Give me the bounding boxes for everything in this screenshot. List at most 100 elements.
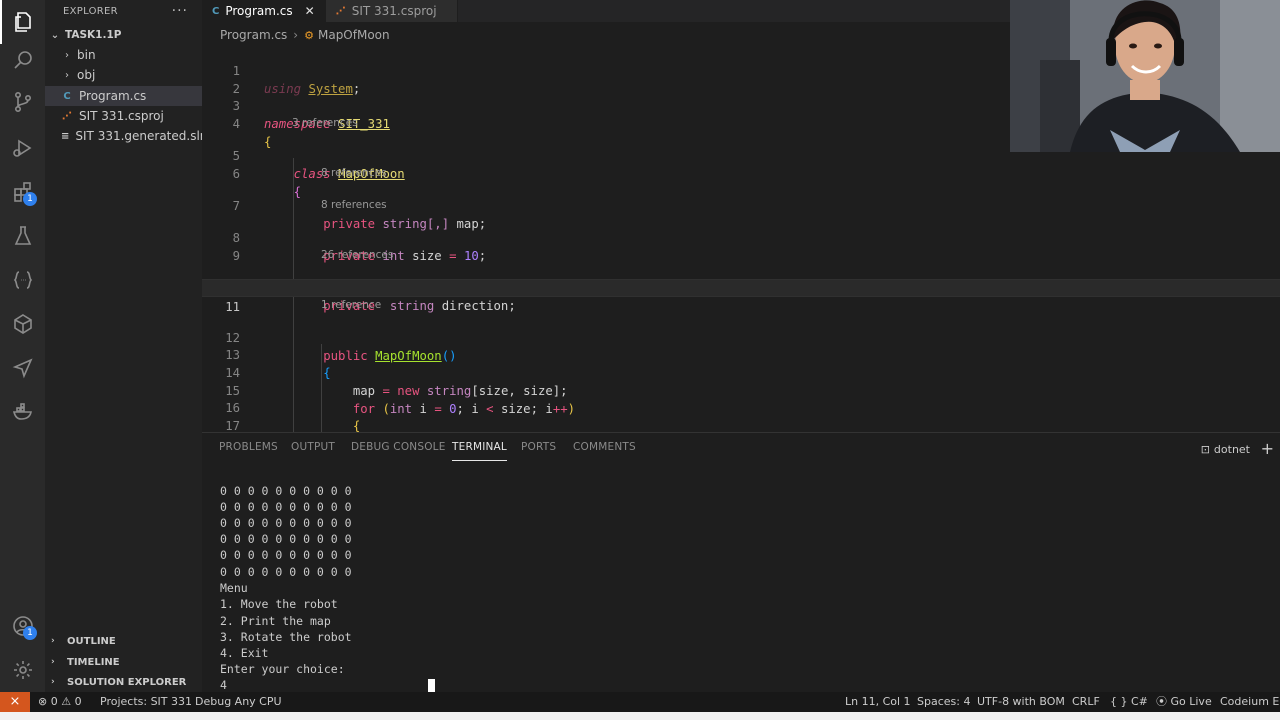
chevron-right-icon: › bbox=[51, 677, 55, 687]
terminal-icon: ⊡ bbox=[1200, 443, 1210, 456]
code-line: 7 private string[,] map; bbox=[202, 179, 1280, 231]
csharp-file-icon: C bbox=[63, 90, 71, 102]
json-icon[interactable] bbox=[0, 258, 45, 302]
extensions-badge: 1 bbox=[23, 192, 37, 206]
encoding-status[interactable]: UTF-8 with BOM bbox=[977, 692, 1065, 712]
terminal-line: Menu bbox=[220, 581, 248, 595]
accounts-icon[interactable]: 1 bbox=[0, 604, 45, 648]
activity-bar: 1 1 bbox=[0, 0, 45, 692]
indentation-status[interactable]: Spaces: 4 bbox=[917, 692, 970, 712]
chevron-right-icon: › bbox=[65, 49, 69, 61]
code-line: 16 { bbox=[202, 381, 1280, 432]
explorer-header: EXPLORER ··· bbox=[45, 0, 202, 22]
tab-terminal[interactable]: TERMINAL bbox=[452, 441, 507, 461]
tree-item-label: bin bbox=[77, 48, 96, 62]
terminal-cursor bbox=[428, 679, 435, 693]
projects-status[interactable]: Projects: SIT 331 bbox=[100, 692, 192, 712]
docker-icon[interactable] bbox=[0, 390, 45, 434]
explorer-title: EXPLORER bbox=[63, 5, 118, 17]
chevron-right-icon: › bbox=[51, 636, 55, 646]
code-line: 14 map = new string[size, size]; bbox=[202, 346, 1280, 398]
bottom-edge bbox=[0, 712, 1280, 720]
code-line: 17 for (int j = 0; j < size; j++) bbox=[202, 399, 1280, 432]
more-actions-icon[interactable]: ··· bbox=[172, 3, 202, 19]
outline-section[interactable]: › OUTLINE bbox=[45, 631, 202, 651]
terminal-line: 2. Print the map bbox=[220, 614, 331, 628]
extensions-icon[interactable]: 1 bbox=[0, 170, 45, 214]
chevron-right-icon: › bbox=[51, 657, 55, 667]
broadcast-icon: ⦿ bbox=[1156, 695, 1171, 708]
webcam-person-image bbox=[1010, 0, 1280, 152]
terminal-line: 0 0 0 0 0 0 0 0 0 0 bbox=[220, 565, 352, 579]
cube-icon[interactable] bbox=[0, 302, 45, 346]
problems-status[interactable]: ⊗ 0 ⚠ 0 bbox=[38, 692, 82, 712]
run-debug-icon[interactable] bbox=[0, 126, 45, 170]
terminal-line: Enter your choice: bbox=[220, 662, 345, 676]
timeline-section[interactable]: › TIMELINE bbox=[45, 652, 202, 672]
code-line: 12 public MapOfMoon() bbox=[202, 311, 1280, 363]
tree-item-label: Program.cs bbox=[79, 89, 147, 103]
section-label: OUTLINE bbox=[67, 635, 116, 647]
class-icon: ⚙ bbox=[304, 28, 314, 42]
tab-label: Program.cs bbox=[225, 4, 293, 18]
tab-ports[interactable]: PORTS bbox=[521, 441, 556, 461]
tab-debug-console[interactable]: DEBUG CONSOLE bbox=[351, 441, 446, 461]
source-control-icon[interactable] bbox=[0, 80, 45, 124]
terminal-name: dotnet bbox=[1213, 443, 1250, 456]
send-icon[interactable] bbox=[0, 346, 45, 390]
breadcrumb-file[interactable]: Program.cs bbox=[220, 28, 287, 42]
section-label: TIMELINE bbox=[67, 656, 120, 668]
project-label: TASK1.1P bbox=[65, 29, 122, 41]
tree-item-label: obj bbox=[77, 68, 96, 82]
codelens-references[interactable]: 8 references bbox=[321, 166, 387, 180]
terminal-selector[interactable]: ⊡ dotnet bbox=[1201, 443, 1250, 456]
terminal-line: 0 0 0 0 0 0 0 0 0 0 bbox=[220, 532, 352, 546]
go-live-button[interactable]: ⦿ Go Live bbox=[1156, 692, 1212, 712]
accounts-badge: 1 bbox=[23, 626, 37, 640]
tree-item-label: SIT 331.csproj bbox=[79, 109, 164, 123]
tab-problems[interactable]: PROBLEMS bbox=[219, 441, 278, 461]
terminal-line: 4. Exit bbox=[220, 646, 269, 660]
remote-indicator-icon[interactable]: ⨯ bbox=[0, 692, 30, 712]
section-label: SOLUTION EXPLORER bbox=[67, 676, 187, 688]
project-folder[interactable]: ⌄ TASK1.1P bbox=[45, 25, 202, 45]
tab-output[interactable]: OUTPUT bbox=[291, 441, 335, 461]
tab-comments[interactable]: COMMENTS bbox=[573, 441, 636, 461]
terminal-line: 0 0 0 0 0 0 0 0 0 0 bbox=[220, 516, 352, 530]
tree-item-sln[interactable]: ≡ SIT 331.generated.sln bbox=[45, 126, 207, 146]
tab-csproj[interactable]: ⋰ SIT 331.csproj bbox=[325, 0, 458, 22]
terminal-line: 0 0 0 0 0 0 0 0 0 0 bbox=[220, 500, 352, 514]
breadcrumb-symbol[interactable]: MapOfMoon bbox=[318, 28, 390, 42]
settings-gear-icon[interactable] bbox=[0, 648, 45, 692]
breadcrumb: Program.cs › ⚙ MapOfMoon bbox=[220, 26, 390, 44]
list-file-icon: ≡ bbox=[61, 130, 70, 142]
tree-item-obj[interactable]: › obj bbox=[45, 65, 202, 85]
close-icon[interactable]: ✕ bbox=[305, 4, 315, 18]
csharp-file-icon: C bbox=[212, 5, 220, 17]
tree-item-label: SIT 331.generated.sln bbox=[75, 129, 208, 143]
testing-icon[interactable] bbox=[0, 214, 45, 258]
tree-item-bin[interactable]: › bin bbox=[45, 45, 202, 65]
search-icon[interactable] bbox=[0, 38, 45, 82]
editor-tabs: C Program.cs ✕ ⋰ SIT 331.csproj bbox=[202, 0, 1010, 22]
codeium-status[interactable]: Codeium Ea bbox=[1220, 692, 1280, 712]
eol-status[interactable]: CRLF bbox=[1072, 692, 1100, 712]
rss-file-icon: ⋰ bbox=[335, 5, 346, 17]
tab-program-cs[interactable]: C Program.cs ✕ bbox=[202, 0, 326, 22]
tree-item-csproj[interactable]: ⋰ SIT 331.csproj bbox=[45, 106, 202, 126]
terminal-line: 3. Rotate the robot bbox=[220, 630, 352, 644]
cursor-position[interactable]: Ln 11, Col 1 bbox=[845, 692, 911, 712]
solution-explorer-section[interactable]: › SOLUTION EXPLORER bbox=[45, 672, 202, 692]
chevron-right-icon: › bbox=[293, 28, 299, 42]
code-line: 18 { bbox=[202, 417, 1280, 432]
tree-item-program-cs[interactable]: C Program.cs bbox=[45, 86, 202, 106]
codelens-references[interactable]: 26 references bbox=[321, 248, 393, 262]
debug-config-status[interactable]: Debug Any CPU bbox=[195, 692, 282, 712]
code-line: 8 private int size = 10; bbox=[202, 211, 1280, 263]
code-line: 13 { bbox=[202, 328, 1280, 380]
codelens-references[interactable]: 8 references bbox=[321, 198, 387, 212]
language-mode[interactable]: { } C# bbox=[1110, 692, 1148, 712]
add-terminal-icon[interactable]: + bbox=[1261, 439, 1274, 458]
codelens-references[interactable]: 1 reference bbox=[321, 298, 381, 312]
codelens-references[interactable]: 3 references bbox=[292, 116, 358, 130]
